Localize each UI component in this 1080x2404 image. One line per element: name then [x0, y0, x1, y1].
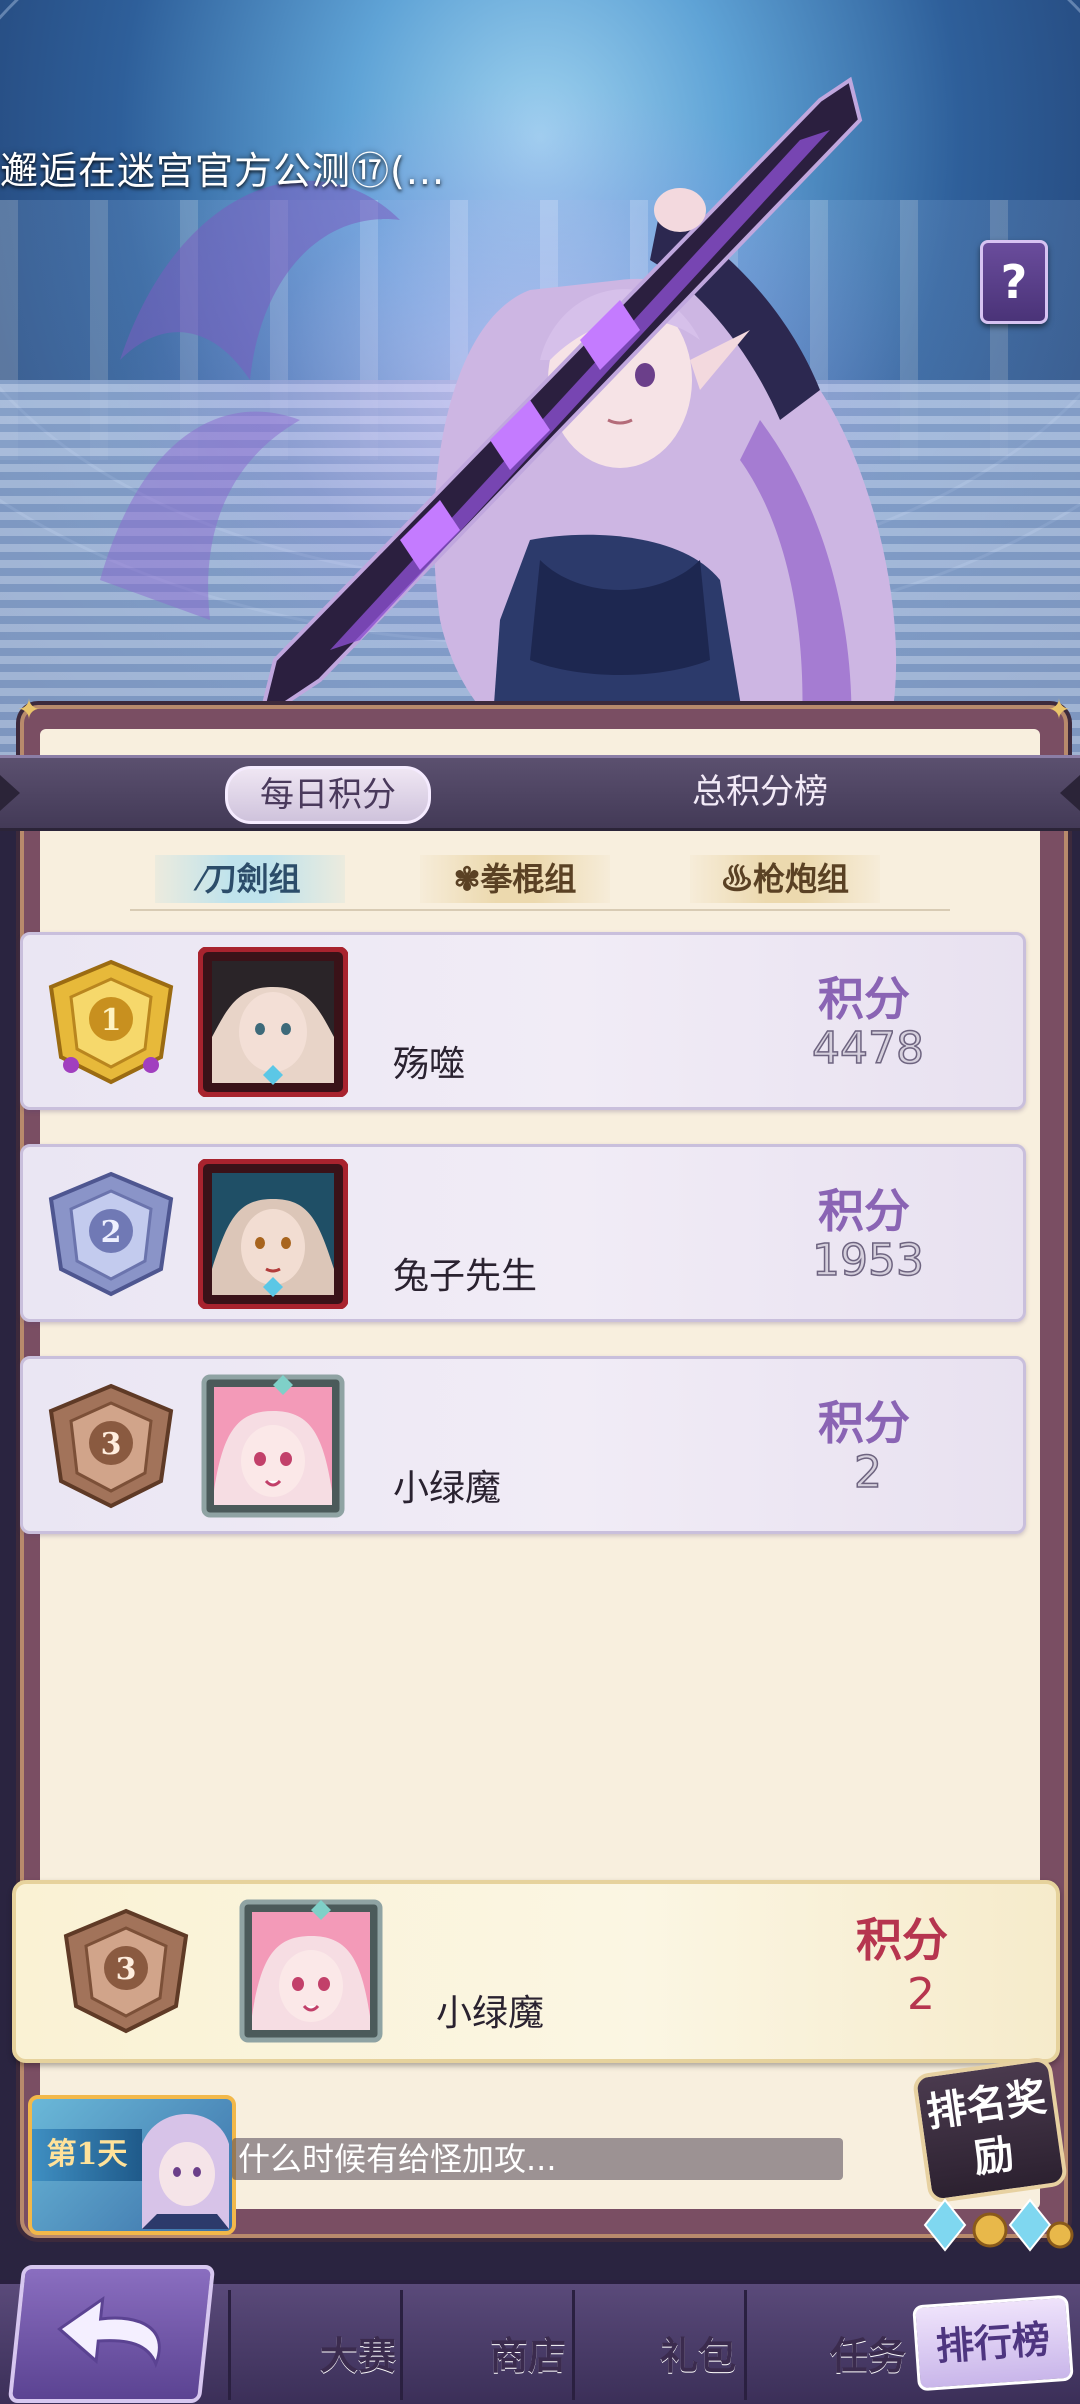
player-name: 兔子先生: [393, 1256, 538, 1297]
group-tab-gun[interactable]: ♨枪炮组: [690, 855, 880, 903]
rank-reward-button[interactable]: 排名奖励: [905, 2055, 1075, 2255]
tab-daily-score[interactable]: 每日积分: [225, 766, 431, 824]
player-avatar[interactable]: [198, 1159, 348, 1309]
nav-shop[interactable]: 商店: [490, 2325, 566, 2380]
score-value: 2: [853, 1446, 883, 1499]
my-avatar[interactable]: [236, 1896, 386, 2046]
event-title: 邂逅在迷宫官方公测⑰(...: [0, 149, 446, 193]
rank-reward-label: 排名奖励: [911, 2055, 1069, 2205]
nav-leaderboard[interactable]: 排行榜: [912, 2294, 1074, 2392]
player-avatar[interactable]: [198, 947, 348, 1097]
group-tab-label: 枪炮组: [753, 860, 850, 898]
group-tab-blade[interactable]: ⁄刀劍组: [155, 855, 345, 903]
my-score-value: 2: [907, 1969, 935, 2020]
day-badge: 第1天: [32, 2129, 142, 2181]
ranking-row[interactable]: 1 殇噬 积分 4478: [20, 932, 1026, 1110]
nav-contest[interactable]: 大赛: [320, 2325, 396, 2380]
chat-preview[interactable]: 第1天: [28, 2095, 236, 2235]
group-tab-fist[interactable]: ✾拳棍组: [420, 855, 610, 903]
score-value: 1953: [811, 1234, 924, 1287]
star-icon: ✦: [17, 693, 41, 726]
nav-task[interactable]: 任务: [830, 2325, 906, 2380]
nav-separator: [744, 2290, 747, 2400]
group-tab-label: 拳棍组: [480, 860, 577, 898]
leaf-icon: ✾: [453, 860, 481, 898]
bronze-rank-medal-icon: 3: [48, 1383, 174, 1509]
player-avatar[interactable]: [198, 1371, 348, 1521]
medal-rank-number: 3: [116, 1952, 137, 1987]
event-banner: 邂逅在迷宫官方公测⑰(... ?: [0, 0, 1080, 760]
score-label: 积分: [818, 1184, 910, 1238]
ranking-row[interactable]: 2 兔子先生 积分 1953: [20, 1144, 1026, 1322]
reward-gems-icon: [923, 2198, 1074, 2252]
medal-rank-number: 1: [101, 1003, 122, 1038]
score-value: 4478: [811, 1022, 924, 1075]
silver-rank-medal-icon: 2: [48, 1171, 174, 1297]
chevron-right-icon: [1060, 775, 1080, 811]
nav-separator: [572, 2290, 575, 2400]
chat-message[interactable]: 什么时候有给怪加攻...: [232, 2138, 843, 2180]
divider: [130, 909, 950, 911]
bronze-rank-medal-icon: 3: [63, 1908, 189, 2034]
score-label: 积分: [818, 972, 910, 1026]
my-rank-row[interactable]: 3 小绿魔 积分 2: [12, 1880, 1060, 2063]
back-button[interactable]: [7, 2265, 216, 2403]
player-name: 殇噬: [393, 1044, 466, 1085]
flame-icon: ♨: [720, 860, 753, 898]
star-icon: ✦: [1047, 693, 1071, 726]
my-player-name: 小绿魔: [436, 1993, 545, 2034]
nav-separator: [400, 2290, 403, 2400]
score-label: 积分: [818, 1396, 910, 1450]
help-button[interactable]: ?: [980, 240, 1048, 324]
nav-separator: [228, 2290, 231, 2400]
medal-rank-number: 2: [101, 1215, 122, 1250]
group-tab-label: 刀劍组: [204, 860, 301, 898]
back-arrow-icon: [57, 2296, 161, 2369]
chat-avatar: [142, 2114, 229, 2229]
chevron-left-icon: [0, 775, 20, 811]
tab-total-score[interactable]: 总积分榜: [640, 766, 880, 818]
gold-rank-medal-icon: 1: [48, 959, 174, 1085]
ranking-row[interactable]: 3 小绿魔 积分 2: [20, 1356, 1026, 1534]
medal-rank-number: 3: [101, 1427, 122, 1462]
nav-gift[interactable]: 礼包: [660, 2325, 736, 2380]
my-score-label: 积分: [856, 1913, 948, 1967]
score-tab-bar: 每日积分 总积分榜: [0, 755, 1080, 831]
player-name: 小绿魔: [393, 1468, 502, 1509]
